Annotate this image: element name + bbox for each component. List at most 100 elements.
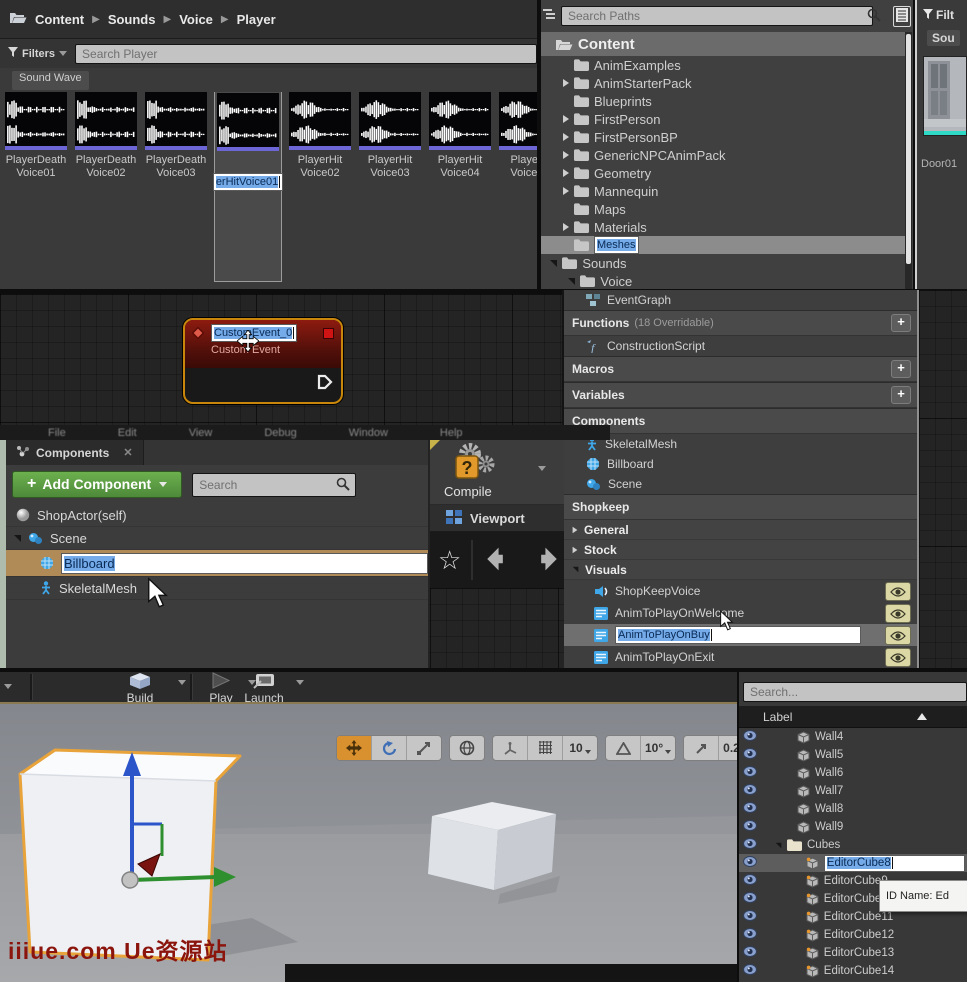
outliner-row[interactable]: Cubes [739,836,967,854]
asset-tile[interactable]: PlayerDeathVoice01 [4,92,68,282]
close-icon[interactable]: ✕ [123,446,132,459]
menu-item[interactable]: Window [349,427,388,439]
outliner-column-header[interactable]: Label [739,706,967,728]
breadcrumb-item[interactable]: Sounds [108,12,156,27]
folder-tree-item[interactable]: Sounds [541,254,905,272]
translate-tool-button[interactable] [337,736,372,760]
expander-arrow-icon[interactable] [568,278,575,285]
visibility-eye-icon[interactable] [743,838,757,852]
blueprint-item-row[interactable]: fConstructionScript [564,336,917,356]
outliner-row[interactable]: EditorCube14 [739,962,967,980]
folder-tree-item[interactable]: Content [541,32,905,56]
visibility-eye-icon[interactable] [743,784,757,798]
components-tab[interactable]: Components ✕ [6,440,144,465]
folder-tree-item[interactable]: Blueprints [541,92,905,110]
custom-event-node[interactable]: CustomEvent_0 Custom Event [183,318,343,404]
visibility-eye-icon[interactable] [743,820,757,834]
blueprint-section-header[interactable]: Macros+ [564,356,917,382]
grid-snap-value-button[interactable]: 10 [563,736,597,760]
breadcrumb-item[interactable]: Player [237,12,276,27]
scale-snap-value-button[interactable]: 0.25 [719,736,737,760]
breadcrumb-item[interactable]: Voice [179,12,213,27]
surface-snap-button[interactable] [493,736,528,760]
component-row[interactable]: SkeletalMesh [6,577,434,600]
component-row[interactable]: Scene [6,527,434,550]
visibility-eye-icon[interactable] [743,928,757,942]
blueprint-graph[interactable]: CustomEvent_0 Custom Event [0,294,562,425]
component-row[interactable]: Billboard [6,550,434,577]
variable-row[interactable]: AnimToPlayOnBuy [564,624,917,646]
outliner-row[interactable]: Wall4 [739,728,967,746]
menu-item[interactable]: File [48,427,66,439]
variable-row[interactable]: ShopKeepVoice [564,580,917,602]
outliner-row[interactable]: EditorCube13 [739,944,967,962]
toolbar-overflow-caret[interactable] [4,684,12,689]
favorite-star-icon[interactable]: ☆ [438,545,461,576]
visibility-eye-icon[interactable] [743,730,757,744]
folder-tree-item[interactable]: Maps [541,200,905,218]
asset-tile[interactable]: PlayerHitVoice03 [358,92,422,282]
scale-tool-button[interactable] [407,736,441,760]
visibility-eye-icon[interactable] [885,582,911,601]
expander-arrow-icon[interactable] [14,535,21,542]
visibility-eye-icon[interactable] [743,748,757,762]
visibility-eye-icon[interactable] [743,964,757,978]
asset-tile[interactable]: PlayerDeathVoice02 [74,92,138,282]
add-icon[interactable]: + [891,314,911,332]
asset-tile[interactable]: PlayerHitVoice02 [288,92,352,282]
view-options-icon[interactable] [893,6,911,27]
visibility-eye-icon[interactable] [743,946,757,960]
outliner-row[interactable]: EditorCube8 [739,854,967,872]
folder-rename-box[interactable]: Meshes [594,236,639,254]
outliner-row[interactable]: Wall7 [739,782,967,800]
grid-snap-button[interactable] [528,736,563,760]
asset-tile[interactable]: erHitVoice01 [214,92,282,282]
back-arrow-icon[interactable] [483,544,517,577]
expander-arrow-icon[interactable] [563,187,569,195]
sources-tree-icon[interactable] [543,9,557,24]
folder-tree-item[interactable]: Geometry [541,164,905,182]
rotation-snap-button[interactable] [606,736,641,760]
menu-item[interactable]: Help [440,427,463,439]
folder-tree-item[interactable]: FirstPerson [541,110,905,128]
expander-arrow-icon[interactable] [563,79,569,87]
menu-item[interactable]: View [189,427,213,439]
launch-options-caret[interactable] [296,680,304,685]
sound-wave-filter-chip[interactable]: Sound Wave [12,71,89,90]
folder-tree-item[interactable]: AnimExamples [541,56,905,74]
variable-rename-box[interactable]: AnimToPlayOnBuy [615,626,861,644]
forward-arrow-icon[interactable] [527,544,561,577]
asset-rename-box[interactable]: erHitVoice01 [213,173,283,191]
folder-tree-item[interactable]: Materials [541,218,905,236]
visibility-eye-icon[interactable] [743,766,757,780]
expander-arrow-icon[interactable] [563,169,569,177]
component-row[interactable]: ShopActor(self) [6,504,434,527]
expander-arrow-icon[interactable] [573,546,578,552]
build-options-caret[interactable] [178,680,186,685]
viewport-tab[interactable]: Viewport [430,505,564,532]
visibility-eye-icon[interactable] [885,648,911,667]
visibility-eye-icon[interactable] [885,626,911,645]
blueprint-section-header[interactable]: Functions(18 Overridable)+ [564,310,917,336]
visibility-eye-icon[interactable] [743,856,757,870]
expander-arrow-icon[interactable] [563,115,569,123]
add-icon[interactable]: + [891,360,911,378]
folder-tree-item[interactable]: Voice [541,272,905,289]
paths-search-input[interactable] [561,6,873,26]
visibility-eye-icon[interactable] [743,892,757,906]
visibility-eye-icon[interactable] [743,910,757,924]
blueprint-item-row[interactable]: Billboard [564,454,917,474]
outliner-row[interactable]: Wall6 [739,764,967,782]
folder-tree-item[interactable]: AnimStarterPack [541,74,905,92]
blueprint-item-row[interactable]: Scene [564,474,917,494]
door-asset-thumbnail[interactable] [923,56,967,136]
variable-row[interactable]: AnimToPlayOnExit [564,646,917,668]
filters-button[interactable]: Filters [8,47,67,60]
folder-tree-item[interactable]: Mannequin [541,182,905,200]
world-coordinate-button[interactable] [450,736,484,760]
expander-arrow-icon[interactable] [573,567,579,573]
visibility-eye-icon[interactable] [885,604,911,623]
level-viewport[interactable]: 10 10° 0.25 4 iiiue.com Ue资源站 [0,702,737,982]
scale-snap-button[interactable] [684,736,719,760]
expander-arrow-icon[interactable] [563,151,569,159]
